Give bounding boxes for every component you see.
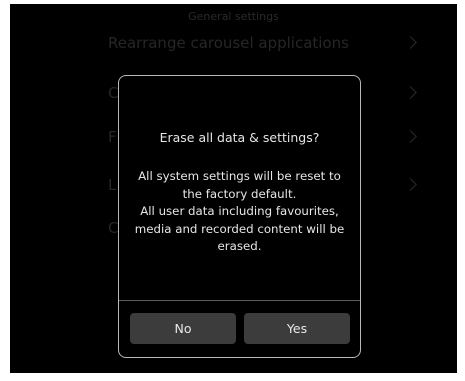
dialog-title: Erase all data & settings? bbox=[159, 130, 320, 145]
dialog-message-line: media and recorded content will be bbox=[134, 221, 345, 236]
settings-screen: General settings Rearrange carousel appl… bbox=[10, 4, 457, 373]
yes-button[interactable]: Yes bbox=[244, 313, 350, 344]
dialog-message-line: the factory default. bbox=[182, 186, 297, 201]
no-button[interactable]: No bbox=[130, 313, 236, 344]
settings-item-rearrange-carousel[interactable]: Rearrange carousel applications bbox=[108, 34, 417, 60]
dialog-divider bbox=[119, 300, 360, 301]
chevron-right-icon bbox=[404, 36, 417, 49]
dialog-message-line: All system settings will be reset to bbox=[138, 169, 341, 183]
dialog-message: All system settings will be reset to the… bbox=[127, 168, 352, 256]
chevron-right-icon bbox=[404, 130, 417, 143]
settings-item-label: C bbox=[108, 84, 119, 102]
settings-item-label: Rearrange carousel applications bbox=[108, 34, 349, 52]
chevron-right-icon bbox=[404, 86, 417, 99]
chevron-right-icon bbox=[404, 178, 417, 191]
dialog-message-line: erased. bbox=[217, 239, 262, 253]
settings-item-label: C bbox=[108, 219, 119, 237]
settings-item-label: F bbox=[108, 128, 117, 146]
settings-item-label: L bbox=[108, 176, 117, 194]
dialog-message-line: All user data including favourites, bbox=[140, 204, 339, 218]
page-title: General settings bbox=[188, 10, 279, 23]
erase-confirm-dialog: Erase all data & settings? All system se… bbox=[118, 75, 361, 358]
